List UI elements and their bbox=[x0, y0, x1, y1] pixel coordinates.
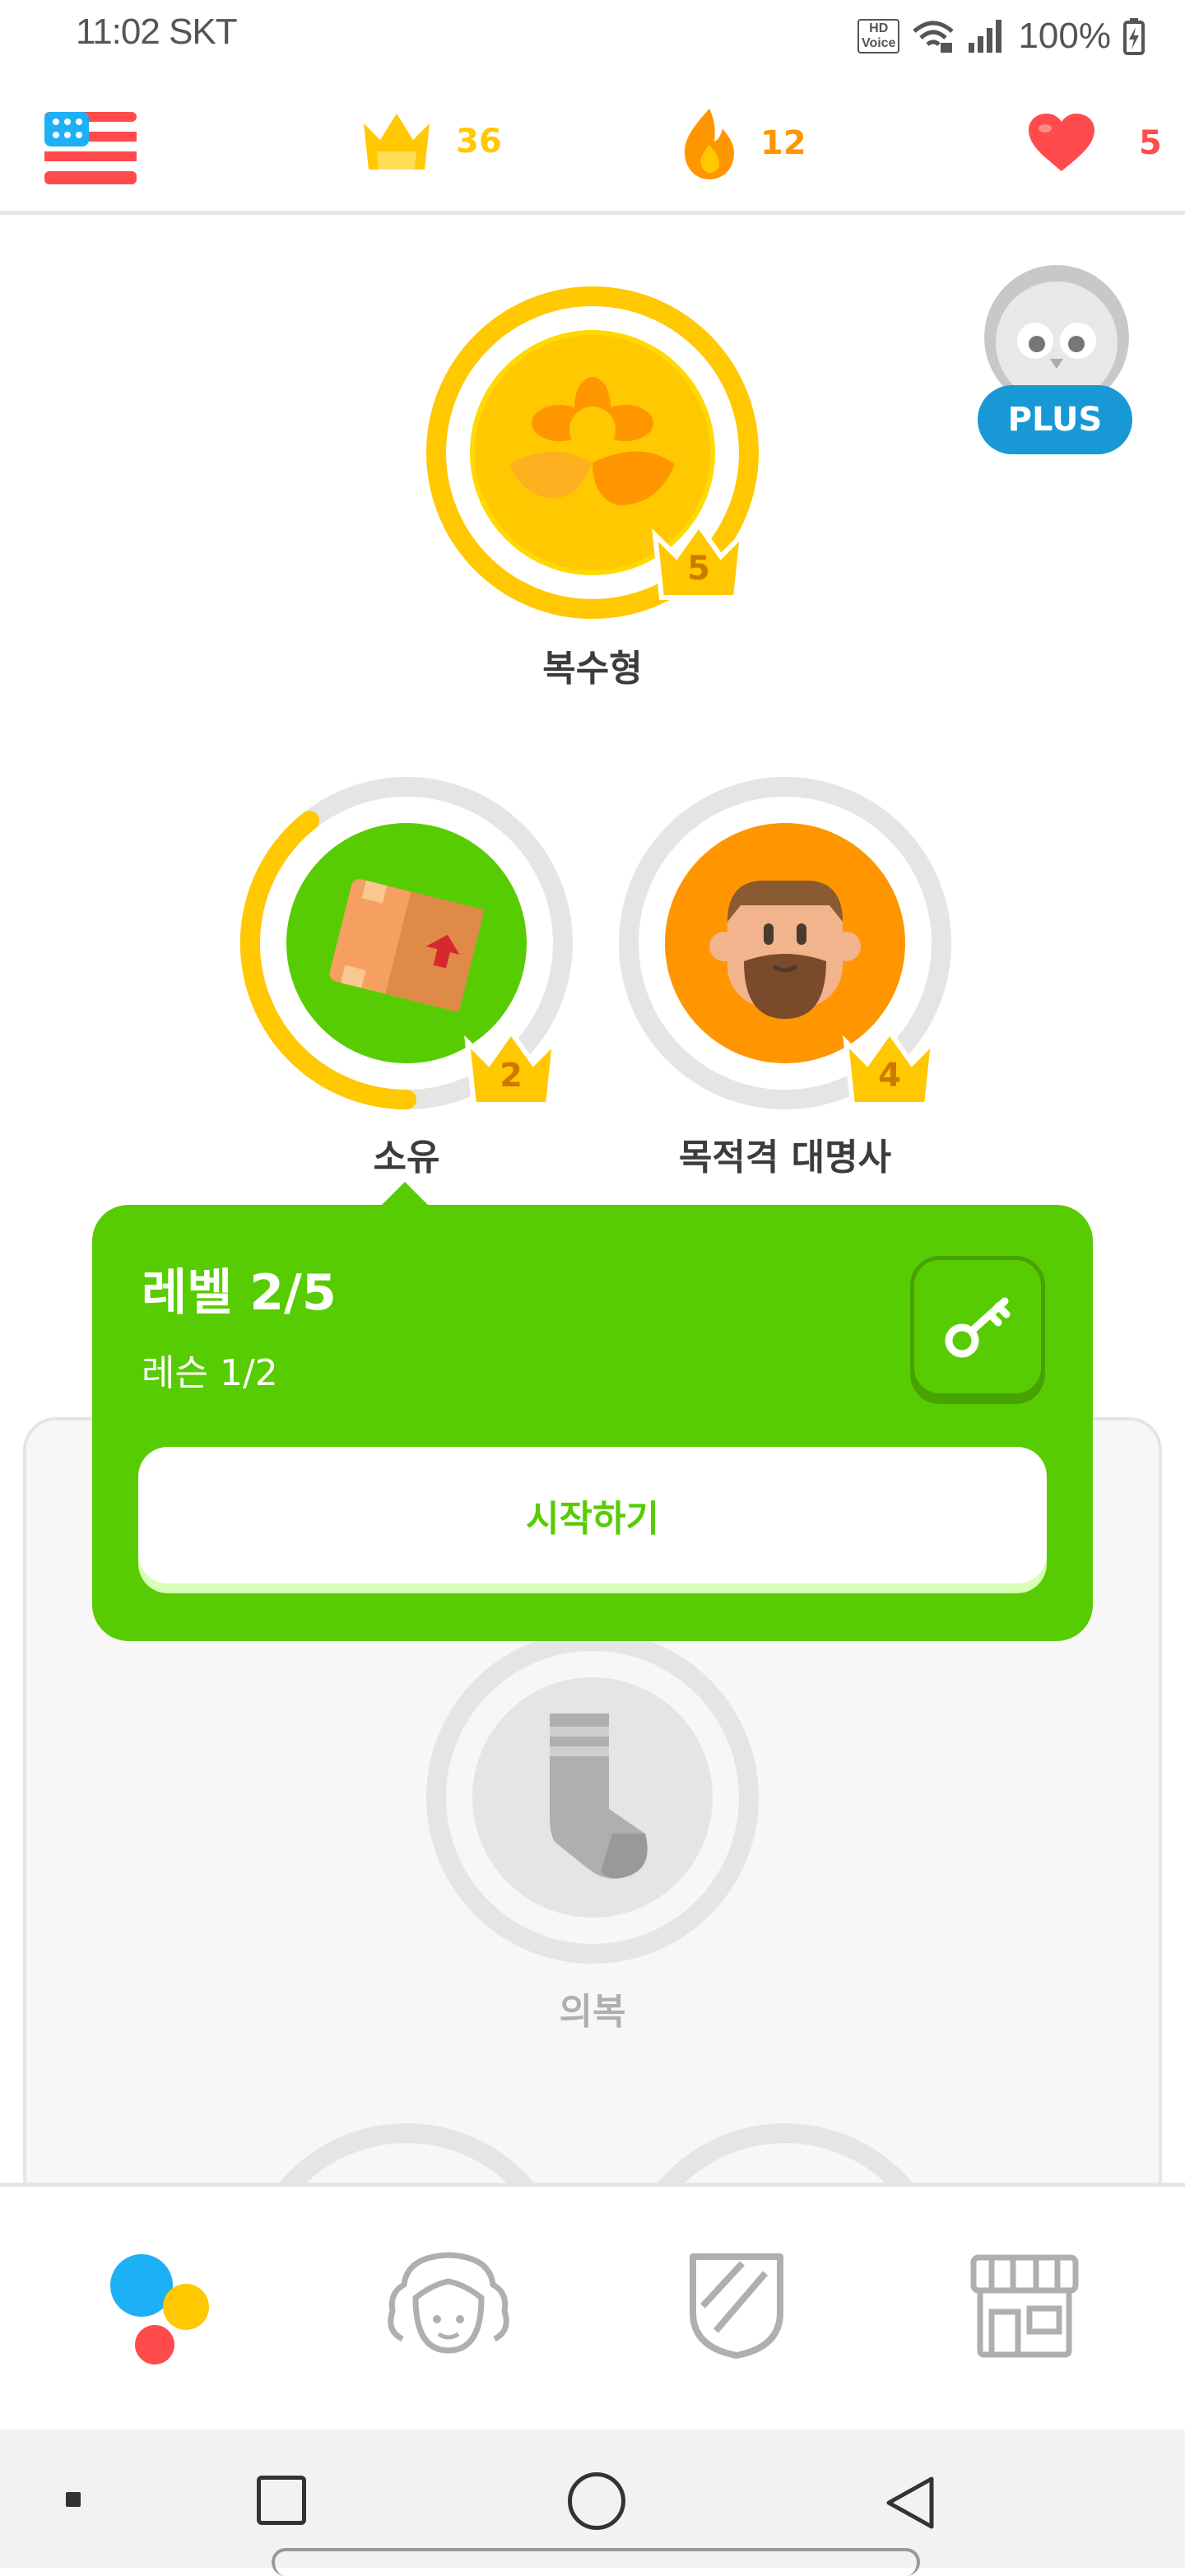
skill-possession[interactable]: 2 bbox=[237, 774, 576, 1113]
skill-crown-level: 4 bbox=[878, 1057, 901, 1095]
nav-leaderboards[interactable] bbox=[667, 2236, 806, 2376]
signal-icon bbox=[969, 20, 1002, 53]
status-time: 11:02 SKT bbox=[76, 12, 238, 52]
bearded-man-icon bbox=[709, 881, 861, 1019]
start-lesson-button[interactable]: 시작하기 bbox=[138, 1447, 1047, 1583]
crown-icon bbox=[364, 114, 430, 170]
us-flag-icon[interactable] bbox=[44, 112, 137, 184]
hd-voice-icon: HD Voice bbox=[857, 19, 900, 53]
nav-shop[interactable] bbox=[955, 2236, 1094, 2376]
skill-ring-partial bbox=[276, 2123, 537, 2186]
bottom-navigation bbox=[0, 2183, 1185, 2434]
streak-count[interactable]: 12 bbox=[680, 105, 806, 181]
battery-percent: 100% bbox=[1018, 16, 1111, 56]
skill-crown-badge: 4 bbox=[841, 1027, 938, 1108]
skill-clothing[interactable] bbox=[423, 1628, 762, 1967]
hearts-count[interactable]: 5 bbox=[1027, 114, 1162, 173]
shop-icon bbox=[970, 2254, 1079, 2358]
battery-charging-icon bbox=[1123, 18, 1145, 55]
skill-plurals[interactable]: 5 bbox=[423, 283, 762, 622]
nav-profile[interactable] bbox=[379, 2236, 518, 2376]
hearts-count-value: 5 bbox=[1139, 124, 1162, 162]
status-icons: HD Voice 100% bbox=[857, 12, 1146, 61]
sock-icon bbox=[550, 1713, 648, 1879]
skill-popup: 레벨 2/5 레슨 1/2 시작하기 bbox=[92, 1205, 1093, 1641]
test-out-key-button[interactable] bbox=[910, 1256, 1045, 1397]
package-icon bbox=[329, 879, 485, 1012]
skill-ring-partial bbox=[655, 2123, 915, 2186]
gesture-handle bbox=[272, 2548, 920, 2576]
android-navigation-bar bbox=[0, 2430, 1185, 2576]
skill-label: 목적격 대명사 bbox=[678, 1137, 892, 1179]
key-icon bbox=[945, 1297, 1011, 1358]
skill-object-pronouns[interactable]: 4 bbox=[616, 774, 955, 1113]
heart-icon bbox=[1029, 114, 1094, 171]
skill-label: 소유 bbox=[373, 1137, 440, 1179]
popup-lesson-subtitle: 레슨 1/2 bbox=[142, 1352, 278, 1394]
learn-dots-icon bbox=[110, 2254, 209, 2364]
profile-face-icon bbox=[388, 2252, 509, 2354]
wifi-icon bbox=[913, 21, 955, 53]
skill-crown-level: 2 bbox=[500, 1057, 523, 1095]
popup-level-title: 레벨 2/5 bbox=[142, 1264, 337, 1322]
shield-icon bbox=[690, 2253, 783, 2359]
skill-label: 의복 bbox=[559, 1991, 626, 2033]
menu-dot-icon[interactable] bbox=[66, 2492, 81, 2507]
crown-count-value: 36 bbox=[456, 123, 502, 160]
skill-label: 복수형 bbox=[542, 648, 643, 690]
skill-crown-badge: 2 bbox=[462, 1027, 560, 1108]
streak-count-value: 12 bbox=[760, 124, 806, 162]
skill-crown-level: 5 bbox=[687, 550, 710, 588]
recent-apps-icon[interactable] bbox=[257, 2476, 306, 2525]
skill-crown-badge: 5 bbox=[650, 520, 747, 601]
top-header: 36 12 5 bbox=[0, 91, 1185, 214]
plus-label: PLUS bbox=[978, 385, 1132, 454]
nav-learn[interactable] bbox=[91, 2236, 230, 2376]
status-bar: 11:02 SKT HD Voice 100% bbox=[0, 0, 1185, 74]
crown-count[interactable]: 36 bbox=[359, 109, 502, 174]
plus-button[interactable]: PLUS bbox=[978, 262, 1137, 459]
flower-icon bbox=[510, 377, 675, 505]
streak-flame-icon bbox=[684, 109, 734, 179]
header-divider bbox=[0, 211, 1185, 215]
home-icon[interactable] bbox=[568, 2472, 625, 2530]
back-icon[interactable] bbox=[882, 2474, 936, 2532]
